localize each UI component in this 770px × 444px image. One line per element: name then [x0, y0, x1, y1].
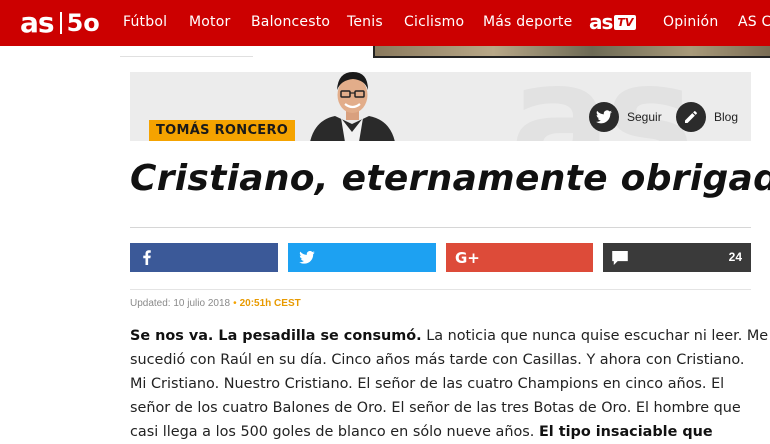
comment-icon — [612, 250, 628, 265]
nav-item-futbol[interactable]: Fútbol — [123, 14, 167, 30]
pencil-icon — [676, 102, 706, 132]
twitter-icon — [299, 251, 315, 264]
body-line: casi llega a los 500 goles de blanco en … — [130, 420, 760, 444]
author-name-tag[interactable]: TOMÁS RONCERO — [149, 120, 296, 141]
twitter-icon — [589, 102, 619, 132]
logo-anniversary-text: 5o — [66, 9, 100, 37]
logo-separator — [59, 12, 62, 34]
updated-timestamp: Updated: 10 julio 2018 • 20:51h CEST — [130, 298, 301, 309]
blog-label: Blog — [714, 110, 739, 124]
googleplus-icon: G+ — [455, 248, 480, 267]
author-photo — [310, 72, 395, 141]
body-line: sucedió con Raúl en su día. Cinco años m… — [130, 352, 745, 368]
nav-item-tenis[interactable]: Tenis — [347, 14, 383, 30]
top-nav: as 5o Fútbol Motor Baloncesto Tenis Cicl… — [0, 0, 770, 46]
body-line: Se nos va. La pesadilla se consumó. La n… — [130, 324, 768, 348]
share-googleplus-button[interactable]: G+ — [446, 243, 593, 272]
astv-badge: TV — [614, 14, 637, 30]
ad-image[interactable] — [373, 46, 770, 58]
follow-twitter-button[interactable]: Seguir — [589, 102, 662, 132]
author-banner: as TOMÁS RONCERO Seguir Blog — [130, 72, 751, 141]
as-tv-link[interactable]: as TV — [589, 10, 637, 34]
as-logo[interactable]: as 5o — [20, 7, 100, 39]
ad-blank-area — [120, 46, 253, 57]
body-line: señor de los cuatro Balones de Oro. El s… — [130, 400, 741, 416]
astv-logo-text: as — [589, 10, 613, 34]
ad-strip — [120, 46, 770, 58]
article-body: Se nos va. La pesadilla se consumó. La n… — [130, 324, 768, 444]
blog-button[interactable]: Blog — [676, 102, 738, 132]
share-facebook-button[interactable] — [130, 243, 278, 272]
nav-item-baloncesto[interactable]: Baloncesto — [251, 14, 330, 30]
share-twitter-button[interactable] — [288, 243, 436, 272]
updated-time: 20:51h CEST — [239, 298, 301, 309]
nav-item-ciclismo[interactable]: Ciclismo — [404, 14, 464, 30]
body-text: La noticia que nunca quise escuchar ni l… — [421, 328, 769, 344]
body-text: casi llega a los 500 goles de blanco en … — [130, 424, 539, 440]
separator-dot: • — [233, 298, 237, 309]
title-divider — [130, 227, 751, 228]
comments-button[interactable]: 24 — [603, 243, 751, 272]
lead-bold: Se nos va. La pesadilla se consumó. — [130, 328, 422, 344]
nav-item-mas-deporte[interactable]: Más deporte — [483, 14, 572, 30]
article-title: Cristiano, eternamente obrigado — [130, 158, 770, 199]
emphasis-bold: El tipo insaciable que — [538, 424, 713, 440]
comment-count: 24 — [728, 250, 742, 264]
nav-item-motor[interactable]: Motor — [189, 14, 230, 30]
nav-item-opinion[interactable]: Opinión — [663, 14, 718, 30]
updated-date: Updated: 10 julio 2018 — [130, 298, 231, 309]
facebook-icon — [143, 250, 151, 265]
nav-item-as-color[interactable]: AS Co — [738, 14, 770, 30]
share-divider — [130, 289, 751, 290]
body-line: Mi Cristiano. Nuestro Cristiano. El seño… — [130, 376, 725, 392]
follow-label: Seguir — [627, 110, 662, 124]
logo-as-text: as — [20, 6, 55, 39]
